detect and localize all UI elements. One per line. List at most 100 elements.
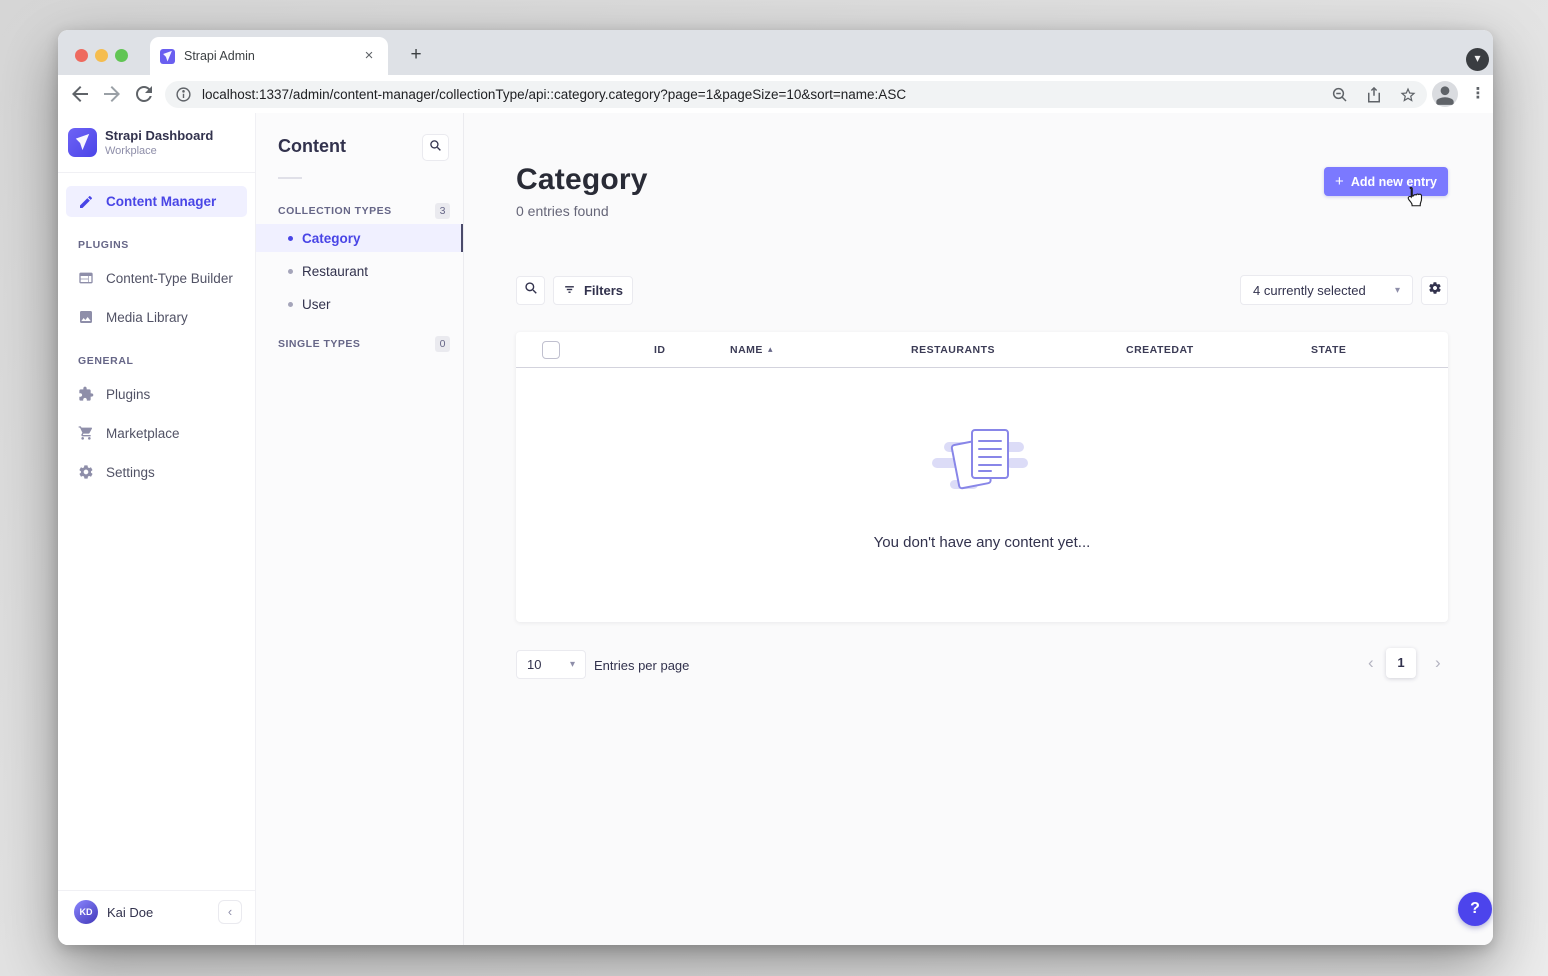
sidebar-item-media-library[interactable]: Media Library [78, 307, 247, 327]
sidebar-divider [58, 172, 255, 173]
subnav-title: Content [278, 136, 346, 157]
window-close-button[interactable] [75, 49, 88, 62]
search-entries-button[interactable] [516, 276, 545, 305]
sidebar-item-marketplace[interactable]: Marketplace [78, 423, 247, 443]
view-settings-button[interactable] [1421, 276, 1448, 305]
site-info-icon[interactable] [175, 86, 192, 103]
single-types-label: SINGLE TYPES [278, 338, 360, 350]
subnav-item-label: Category [302, 231, 361, 246]
collection-types-count-badge: 3 [435, 203, 450, 219]
next-page-button[interactable]: › [1435, 653, 1441, 673]
filters-label: Filters [584, 283, 623, 298]
address-bar[interactable]: localhost:1337/admin/content-manager/col… [165, 81, 1427, 108]
new-tab-button[interactable]: + [402, 41, 430, 69]
main-sidebar: Strapi Dashboard Workplace Content Manag… [58, 113, 256, 945]
cart-icon [78, 425, 94, 441]
share-icon[interactable] [1365, 86, 1383, 104]
workspace-subtitle: Workplace [105, 145, 213, 157]
page-title: Category [516, 163, 648, 197]
collapse-sidebar-button[interactable]: ‹ [218, 900, 242, 924]
subnav-item-user[interactable]: User [256, 290, 463, 318]
entries-per-page-label: Entries per page [594, 658, 689, 673]
subnav-item-category[interactable]: Category [256, 224, 463, 252]
subnav-item-label: Restaurant [302, 264, 368, 279]
sidebar-item-label: Media Library [106, 310, 188, 325]
sidebar-item-content-manager[interactable]: Content Manager [66, 186, 247, 217]
window-minimize-button[interactable] [95, 49, 108, 62]
page-size-value: 10 [527, 657, 541, 672]
zoom-out-icon[interactable] [1331, 86, 1349, 104]
search-icon [524, 281, 538, 300]
back-button[interactable] [68, 82, 92, 106]
strapi-logo-icon [68, 128, 97, 157]
sidebar-item-label: Settings [106, 465, 155, 480]
url-text[interactable]: localhost:1337/admin/content-manager/col… [202, 87, 1315, 102]
plus-icon: + [1335, 174, 1344, 189]
browser-toolbar: localhost:1337/admin/content-manager/col… [58, 75, 1493, 113]
bookmark-star-icon[interactable] [1399, 86, 1417, 104]
help-button[interactable]: ? [1458, 892, 1492, 926]
entries-count: 0 entries found [516, 203, 609, 219]
browser-profile-avatar[interactable] [1432, 81, 1458, 107]
browser-menu-icon[interactable]: ⋮ [1470, 82, 1486, 106]
main-content: Category 0 entries found + Add new entry… [464, 113, 1493, 945]
sidebar-item-label: Plugins [106, 387, 150, 402]
fields-selected-dropdown[interactable]: 4 currently selected ▾ [1240, 275, 1413, 305]
content-subnav: Content COLLECTION TYPES 3 Category Rest… [256, 113, 464, 945]
selected-label: 4 currently selected [1253, 283, 1366, 298]
table-header-row: ID NAME ▴ RESTAURANTS CREATEDAT STATE [516, 332, 1448, 368]
column-header-createdat[interactable]: CREATEDAT [1126, 344, 1194, 356]
empty-state-message: You don't have any content yet... [516, 534, 1448, 551]
bullet-icon [288, 302, 293, 307]
search-icon [429, 139, 442, 157]
browser-tab[interactable]: Strapi Admin × [150, 37, 388, 75]
chevron-down-icon: ▾ [570, 659, 575, 670]
browser-window: Strapi Admin × + ▾ localhost:1337/admin/… [58, 30, 1493, 945]
sidebar-item-label: Content Manager [106, 194, 216, 209]
sort-ascending-icon[interactable]: ▴ [768, 344, 773, 355]
screen-record-indicator-icon[interactable]: ▾ [1466, 48, 1489, 71]
workspace-header[interactable]: Strapi Dashboard Workplace [68, 128, 213, 157]
filters-button[interactable]: Filters [553, 276, 633, 305]
sidebar-section-plugins: PLUGINS [78, 239, 129, 251]
sidebar-item-settings[interactable]: Settings [78, 462, 247, 482]
column-header-id[interactable]: ID [654, 344, 666, 356]
layout-icon [78, 270, 94, 286]
add-new-entry-button[interactable]: + Add new entry [1324, 167, 1448, 196]
column-header-state[interactable]: STATE [1311, 344, 1346, 356]
bullet-icon [288, 269, 293, 274]
sidebar-item-content-type-builder[interactable]: Content-Type Builder [78, 268, 247, 288]
select-all-checkbox[interactable] [542, 341, 560, 359]
window-zoom-button[interactable] [115, 49, 128, 62]
sidebar-item-label: Marketplace [106, 426, 180, 441]
column-header-restaurants[interactable]: RESTAURANTS [911, 344, 995, 356]
tab-title: Strapi Admin [184, 49, 360, 63]
page-number-current[interactable]: 1 [1386, 648, 1416, 678]
empty-state-illustration [516, 422, 1448, 513]
bullet-icon [288, 236, 293, 241]
subnav-item-restaurant[interactable]: Restaurant [256, 257, 463, 285]
subnav-search-button[interactable] [422, 134, 449, 161]
user-name: Kai Doe [107, 905, 153, 920]
chevron-down-icon: ▾ [1395, 285, 1400, 296]
forward-button[interactable] [100, 82, 124, 106]
previous-page-button[interactable]: ‹ [1368, 653, 1374, 673]
user-profile[interactable]: KD Kai Doe [74, 900, 153, 924]
strapi-admin-app: Strapi Dashboard Workplace Content Manag… [58, 113, 1493, 945]
pen-icon [78, 194, 94, 210]
column-header-name[interactable]: NAME [730, 344, 763, 356]
gear-icon [78, 464, 94, 480]
tab-close-icon[interactable]: × [360, 47, 378, 65]
subnav-item-label: User [302, 297, 331, 312]
sidebar-footer-divider [58, 890, 255, 891]
reload-button[interactable] [132, 82, 156, 106]
sidebar-section-general: GENERAL [78, 355, 134, 367]
browser-tab-strip: Strapi Admin × + ▾ [58, 30, 1493, 75]
page-size-select[interactable]: 10 ▾ [516, 650, 586, 679]
gear-icon [1428, 281, 1442, 300]
workspace-title: Strapi Dashboard [105, 128, 213, 143]
puzzle-icon [78, 386, 94, 402]
traffic-lights [75, 49, 128, 62]
user-avatar[interactable]: KD [74, 900, 98, 924]
sidebar-item-plugins[interactable]: Plugins [78, 384, 247, 404]
